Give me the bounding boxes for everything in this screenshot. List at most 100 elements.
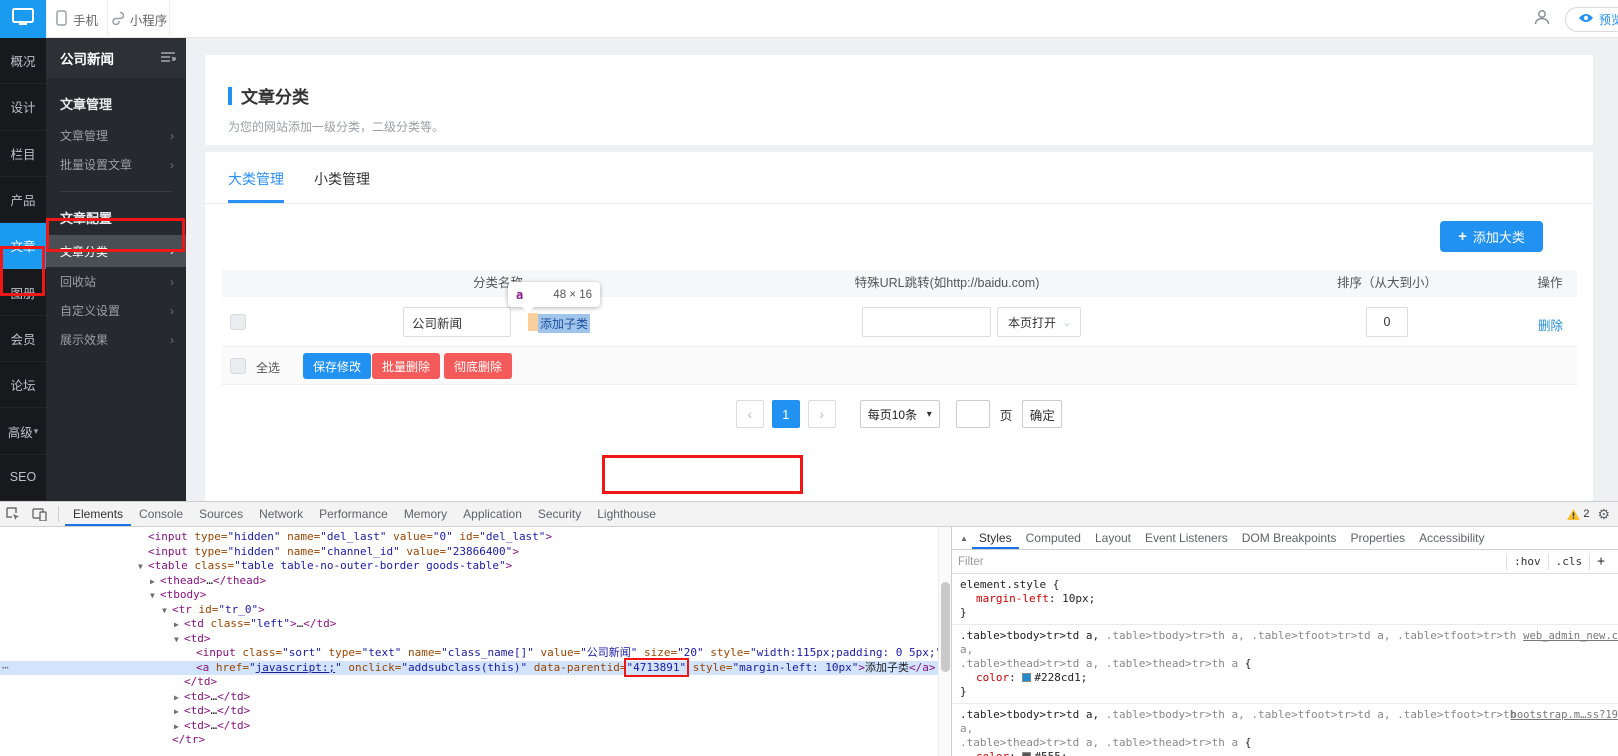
color-swatch[interactable] xyxy=(1022,673,1031,682)
goto-page-input[interactable] xyxy=(956,400,990,428)
styles-tab-computed[interactable]: Computed xyxy=(1019,527,1088,549)
devtools-tab-performance[interactable]: Performance xyxy=(311,502,396,526)
styles-filter-input[interactable]: Filter xyxy=(958,556,1506,568)
devtools-tab-network[interactable]: Network xyxy=(251,502,311,526)
styles-tab-accessibility[interactable]: Accessibility xyxy=(1412,527,1491,549)
stylesheet-source-link[interactable]: bootstrap.m…ss?19 xyxy=(1511,708,1618,722)
settings-gear-icon[interactable]: ⚙ xyxy=(1597,506,1610,523)
devtools-tab-sources[interactable]: Sources xyxy=(191,502,251,526)
styles-tab-layout[interactable]: Layout xyxy=(1088,527,1138,549)
tab-pc[interactable] xyxy=(0,0,46,38)
dom-node[interactable]: ▼<table class="table table-no-outer-bord… xyxy=(0,559,938,574)
prev-page-button[interactable]: ‹ xyxy=(736,400,764,428)
complete-delete-button[interactable]: 彻底删除 xyxy=(444,353,512,379)
sidebar-item-SEO[interactable]: SEO xyxy=(0,455,46,501)
submenu-item-自定义设置[interactable]: 自定义设置› xyxy=(46,296,186,325)
sidebar-item-高级[interactable]: 高级▾ xyxy=(0,408,46,454)
device-toolbar-icon[interactable] xyxy=(26,502,52,526)
delete-link[interactable]: 删除 xyxy=(1538,315,1563,334)
dom-node[interactable]: </td> xyxy=(0,675,938,690)
color-swatch[interactable] xyxy=(1022,752,1031,756)
styles-tab-styles[interactable]: Styles xyxy=(972,527,1019,549)
warning-badge[interactable]: 2 xyxy=(1567,508,1589,520)
sidebar-item-栏目[interactable]: 栏目 xyxy=(0,131,46,177)
user-icon[interactable] xyxy=(1533,8,1551,31)
dom-node[interactable]: <input class="sort" type="text" name="cl… xyxy=(0,646,938,661)
css-property[interactable]: margin-left: 10px; xyxy=(960,592,1614,606)
submenu-item-文章分类[interactable]: 文章分类› xyxy=(46,235,186,267)
page-number[interactable]: 1 xyxy=(772,400,800,428)
devtools-tab-application[interactable]: Application xyxy=(455,502,530,526)
sidebar-item-产品[interactable]: 产品 xyxy=(0,177,46,223)
dom-node[interactable]: ▶<td class="left">…</td> xyxy=(0,617,938,632)
more-actions-icon[interactable]: ⋯ xyxy=(2,661,8,676)
panel-toggle-icon[interactable]: ▲ xyxy=(960,534,968,543)
pseudo-state-toggle[interactable]: :hov xyxy=(1506,554,1548,570)
dom-node[interactable]: ▶<td>…</td> xyxy=(0,690,938,705)
element-class-toggle[interactable]: .cls xyxy=(1548,554,1590,570)
special-url-input[interactable] xyxy=(862,307,991,337)
dom-node[interactable]: ▼<tbody> xyxy=(0,588,938,603)
css-property[interactable]: color: #228cd1; xyxy=(960,671,1614,685)
dom-node[interactable]: ▶<thead>…</thead> xyxy=(0,574,938,589)
tab-小类管理[interactable]: 小类管理 xyxy=(314,169,370,203)
batch-delete-button[interactable]: 批量删除 xyxy=(372,353,440,379)
devtools-tab-security[interactable]: Security xyxy=(530,502,589,526)
tab-大类管理[interactable]: 大类管理 xyxy=(228,169,284,203)
elements-scrollbar[interactable] xyxy=(938,527,951,756)
css-property[interactable]: color: #555; xyxy=(960,750,1614,756)
new-style-rule-button[interactable]: + xyxy=(1589,554,1612,570)
expand-arrow-icon[interactable]: ▼ xyxy=(174,633,184,648)
devtools-tab-memory[interactable]: Memory xyxy=(396,502,455,526)
sidebar-item-设计[interactable]: 设计 xyxy=(0,84,46,130)
sidebar-item-会员[interactable]: 会员 xyxy=(0,316,46,362)
sort-input[interactable] xyxy=(1366,307,1408,337)
expand-arrow-icon[interactable]: ▼ xyxy=(138,560,148,575)
styles-tab-event-listeners[interactable]: Event Listeners xyxy=(1138,527,1235,549)
page-size-select[interactable]: 每页10条 ▾ xyxy=(860,400,940,428)
dom-node[interactable]: ▶<td>…</td> xyxy=(0,704,938,719)
expand-arrow-icon[interactable]: ▼ xyxy=(150,589,160,604)
collapse-arrow-icon[interactable]: ▶ xyxy=(174,705,184,720)
styles-tab-dom-breakpoints[interactable]: DOM Breakpoints xyxy=(1235,527,1344,549)
tab-miniprogram[interactable]: 小程序 xyxy=(108,0,170,38)
confirm-page-button[interactable]: 确定 xyxy=(1022,400,1062,428)
collapse-sidebar-icon[interactable] xyxy=(160,51,176,66)
collapse-arrow-icon[interactable]: ▶ xyxy=(174,618,184,633)
submenu-item-批量设置文章[interactable]: 批量设置文章› xyxy=(46,150,186,179)
selected-dom-node[interactable]: ⋯<a href="javascript:;" onclick="addsubc… xyxy=(0,661,938,676)
sidebar-item-文章[interactable]: 文章 xyxy=(0,223,46,269)
expand-arrow-icon[interactable]: ▼ xyxy=(162,604,172,619)
dom-node[interactable]: <input type="hidden" name="del_last" val… xyxy=(0,530,938,545)
add-major-category-button[interactable]: + 添加大类 xyxy=(1440,221,1543,252)
save-changes-button[interactable]: 保存修改 xyxy=(303,353,371,379)
collapse-arrow-icon[interactable]: ▶ xyxy=(174,720,184,735)
open-mode-select[interactable]: 本页打开 ⌄ xyxy=(997,307,1081,337)
devtools-tab-elements[interactable]: Elements xyxy=(65,502,131,526)
sidebar-item-图册[interactable]: 图册 xyxy=(0,269,46,315)
collapse-arrow-icon[interactable]: ▶ xyxy=(174,691,184,706)
sidebar-item-概况[interactable]: 概况 xyxy=(0,38,46,84)
next-page-button[interactable]: › xyxy=(808,400,836,428)
scrollbar-thumb[interactable] xyxy=(941,582,950,672)
dom-node[interactable]: </tr> xyxy=(0,733,938,748)
submenu-item-回收站[interactable]: 回收站› xyxy=(46,267,186,296)
dom-node[interactable]: ▶<td>…</td> xyxy=(0,719,938,734)
submenu-item-文章管理[interactable]: 文章管理› xyxy=(46,121,186,150)
row-checkbox[interactable] xyxy=(230,314,246,330)
add-subclass-link[interactable]: 添加子类 xyxy=(538,314,590,333)
preview-button[interactable]: 预览 xyxy=(1565,7,1618,32)
stylesheet-source-link[interactable]: web_admin_new.c xyxy=(1523,629,1618,643)
collapse-arrow-icon[interactable]: ▶ xyxy=(150,575,160,590)
tab-mobile[interactable]: 手机 xyxy=(46,0,108,38)
inspect-element-icon[interactable] xyxy=(0,502,26,526)
dom-node[interactable]: ▼<tr id="tr_0"> xyxy=(0,603,938,618)
category-name-input[interactable] xyxy=(403,307,511,337)
devtools-tab-lighthouse[interactable]: Lighthouse xyxy=(589,502,664,526)
devtools-tab-console[interactable]: Console xyxy=(131,502,191,526)
styles-tab-properties[interactable]: Properties xyxy=(1343,527,1412,549)
select-all-checkbox[interactable] xyxy=(230,358,246,374)
sidebar-item-论坛[interactable]: 论坛 xyxy=(0,362,46,408)
submenu-item-展示效果[interactable]: 展示效果› xyxy=(46,325,186,354)
dom-node[interactable]: ▼<td> xyxy=(0,632,938,647)
